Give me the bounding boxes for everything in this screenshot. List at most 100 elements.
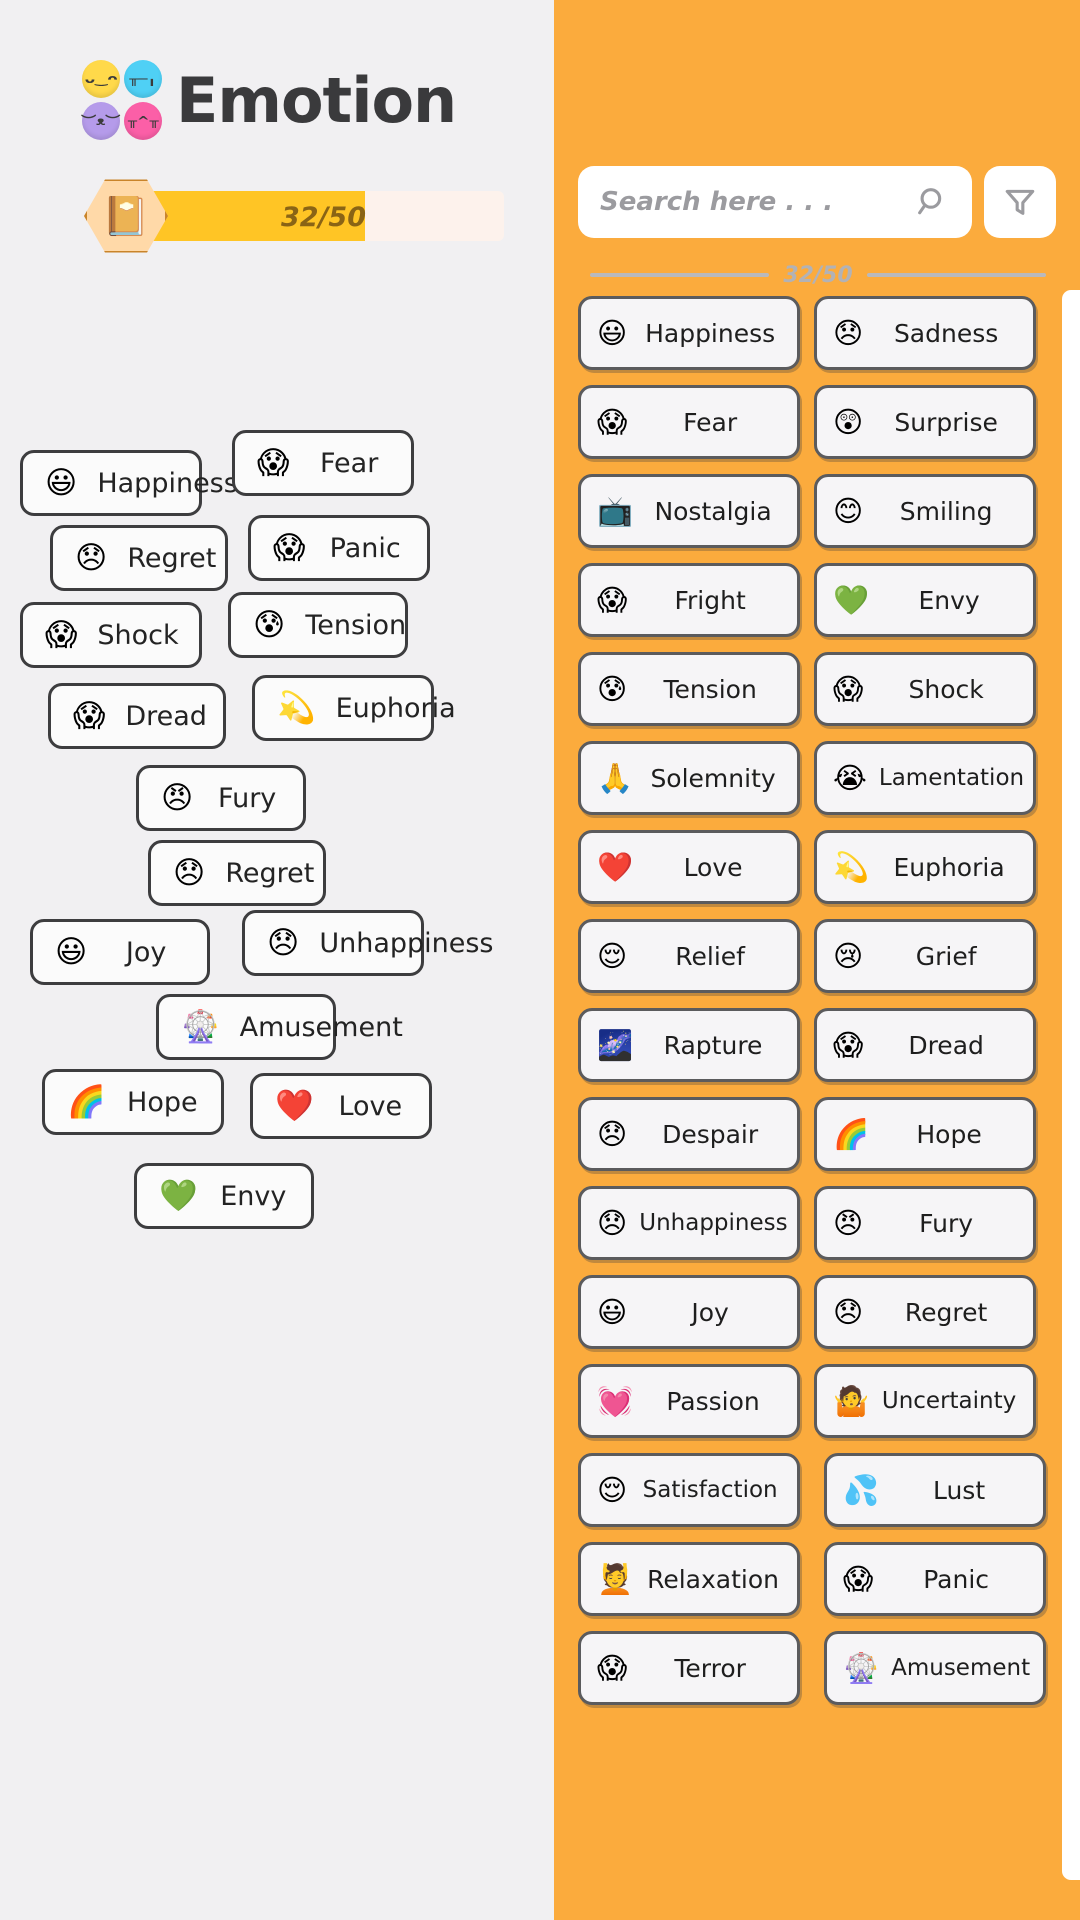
emotion-emoji-icon: 🌌 [597, 1027, 634, 1062]
emotion-emoji-icon: 📺 [597, 493, 634, 528]
catalog-emotion-chip[interactable]: 🌈 Hope [814, 1097, 1036, 1171]
catalog-emotion-chip[interactable]: 😞 Despair [578, 1097, 800, 1171]
collected-emotion-chip[interactable]: 💫 Euphoria [252, 675, 456, 741]
catalog-emotion-chip[interactable]: 💓 Passion [578, 1364, 800, 1438]
catalog-emotion-chip[interactable]: 😞 Regret [814, 1275, 1036, 1349]
emotion-chip-label: Tension [305, 609, 407, 641]
emotion-chip-label: Happiness [645, 318, 776, 348]
emotion-chip-label: Relaxation [647, 1564, 779, 1594]
emotion-chip-label: Lust [932, 1475, 986, 1505]
emotion-emoji-icon: 😱 [597, 404, 628, 439]
collected-emotion-chip[interactable]: 🌈 Hope [42, 1069, 224, 1135]
collected-emotion-chip[interactable]: 💚 Envy [134, 1163, 314, 1229]
catalog-emotion-chip[interactable]: 😱 Terror [578, 1631, 800, 1705]
catalog-emotion-chip[interactable]: 🎡 Amusement [824, 1631, 1046, 1705]
emotion-emoji-icon: 💆 [597, 1561, 634, 1596]
catalog-emotion-chip[interactable]: 💚 Envy [814, 563, 1036, 637]
emotion-emoji-icon: 😃 [597, 1294, 628, 1329]
emotion-emoji-icon: 🌈 [67, 1083, 106, 1120]
left-panel: ᴗ‿ᴖ ╥─╻ ︶ᴥ︶ ╥^╥ Emotion 32/50 📔 😃 Happine… [0, 0, 554, 1920]
emotion-chip-label: Envy [918, 585, 980, 615]
emotion-chip-label: Unhappiness [319, 927, 494, 959]
collected-emotion-chip[interactable]: 😱 Shock [20, 602, 202, 668]
catalog-emotion-chip[interactable]: 😱 Fright [578, 563, 800, 637]
emotion-chip-label: Passion [666, 1386, 760, 1416]
collected-emotion-chip[interactable]: 😃 Happiness [20, 450, 238, 516]
catalog-emotion-chip[interactable]: 😞 Sadness [814, 296, 1036, 370]
emotion-emoji-icon: 😱 [73, 697, 106, 734]
emotion-emoji-icon: 😱 [45, 616, 78, 653]
emotion-emoji-icon: 😢 [833, 938, 864, 973]
emotion-emoji-icon: 💦 [843, 1472, 880, 1507]
collected-emotion-chip[interactable]: 🎡 Amusement [156, 994, 403, 1060]
collected-emotion-chip[interactable]: ❤️ Love [250, 1073, 432, 1139]
emotion-emoji-icon: 😌 [597, 938, 628, 973]
emotion-emoji-icon: 😱 [273, 529, 306, 566]
catalog-emotion-chip[interactable]: 😱 Shock [814, 652, 1036, 726]
collected-emotion-chip[interactable]: 😠 Fury [136, 765, 306, 831]
catalog-emotion-chip[interactable]: 😲 Surprise [814, 385, 1036, 459]
catalog-emotion-chip[interactable]: 😱 Dread [814, 1008, 1036, 1082]
catalog-emotion-chip[interactable]: 😠 Fury [814, 1186, 1036, 1260]
emotion-chip-label: Unhappiness [639, 1210, 788, 1236]
catalog-emotion-chip[interactable]: 🌌 Rapture [578, 1008, 800, 1082]
catalog-emotion-chip[interactable]: 😊 Smiling [814, 474, 1036, 548]
emotion-emoji-icon: 😱 [597, 582, 628, 617]
filter-button[interactable] [984, 166, 1056, 238]
collected-emotion-chip[interactable]: 😃 Joy [30, 919, 210, 985]
catalog-emotion-chip[interactable]: 😰 Tension [578, 652, 800, 726]
emotion-grid: 😃 Happiness 😞 Sadness 😱 Fear 😲 Surprise 📺 Nostalg… [554, 296, 1080, 1705]
emotion-chip-label: Regret [127, 542, 217, 574]
emotion-chip-label: Nostalgia [654, 496, 772, 526]
emotion-chip-label: Envy [220, 1180, 287, 1212]
catalog-emotion-chip[interactable]: 😢 Grief [814, 919, 1036, 993]
collected-emotion-chip[interactable]: 😱 Fear [232, 430, 414, 496]
catalog-emotion-chip[interactable]: 😱 Panic [824, 1542, 1046, 1616]
collected-emotion-chip[interactable]: 😞 Regret [50, 525, 228, 591]
emotion-emoji-icon: 😞 [833, 315, 864, 350]
collected-emotion-chip[interactable]: 😞 Unhappiness [242, 910, 494, 976]
catalog-emotion-chip[interactable]: 💆 Relaxation [578, 1542, 800, 1616]
emotion-emoji-icon: 😃 [55, 933, 88, 970]
catalog-emotion-chip[interactable]: 😞 Unhappiness [578, 1186, 800, 1260]
catalog-emotion-chip[interactable]: 😃 Joy [578, 1275, 800, 1349]
emotion-chip-label: Shock [908, 674, 984, 704]
emotion-emoji-icon: ❤️ [275, 1087, 314, 1124]
catalog-emotion-chip[interactable]: 🙏 Solemnity [578, 741, 800, 815]
collected-emotion-chip[interactable]: 😱 Dread [48, 683, 226, 749]
emotion-emoji-icon: 😌 [597, 1472, 628, 1507]
emotion-emoji-icon: 😠 [161, 779, 194, 816]
catalog-emotion-chip[interactable]: 😃 Happiness [578, 296, 800, 370]
emotion-chip-label: Grief [915, 941, 977, 971]
emotion-emoji-icon: 😃 [45, 464, 78, 501]
catalog-emotion-chip[interactable]: 💫 Euphoria [814, 830, 1036, 904]
emotion-chip-label: Love [683, 852, 743, 882]
divider-rule-right [866, 273, 1047, 277]
search-icon[interactable] [916, 185, 950, 219]
emotion-emoji-icon: 😱 [597, 1650, 628, 1685]
catalog-emotion-chip[interactable]: 💦 Lust [824, 1453, 1046, 1527]
catalog-emotion-chip[interactable]: 📺 Nostalgia [578, 474, 800, 548]
search-input[interactable]: Search here . . . [578, 166, 972, 238]
emotion-emoji-icon: 💫 [277, 689, 316, 726]
search-row: Search here . . . [578, 166, 1056, 238]
catalog-count-label: 32/50 [783, 262, 853, 288]
catalog-emotion-chip[interactable]: 😌 Relief [578, 919, 800, 993]
collected-emotion-chip[interactable]: 😱 Panic [248, 515, 430, 581]
emotion-emoji-icon: 💚 [159, 1177, 198, 1214]
emotion-chip-label: Joy [691, 1297, 729, 1327]
emotion-chip-label: Joy [125, 936, 167, 968]
divider-rule-left [590, 273, 770, 277]
catalog-emotion-chip[interactable]: 😭 Lamentation [814, 741, 1036, 815]
catalog-emotion-chip[interactable]: 😌 Satisfaction [578, 1453, 800, 1527]
emotion-emoji-icon: 😞 [173, 854, 206, 891]
catalog-emotion-chip[interactable]: 🤷 Uncertainty [814, 1364, 1036, 1438]
emotion-chip-label: Fright [674, 585, 746, 615]
collected-emotion-chip[interactable]: 😰 Tension [228, 592, 408, 658]
catalog-emotion-chip[interactable]: 😱 Fear [578, 385, 800, 459]
catalog-scrollbar[interactable] [1062, 290, 1080, 1880]
catalog-count-divider: 32/50 [578, 258, 1056, 292]
catalog-emotion-chip[interactable]: ❤️ Love [578, 830, 800, 904]
emotion-emoji-icon: 😲 [833, 404, 864, 439]
collected-emotion-chip[interactable]: 😞 Regret [148, 840, 326, 906]
